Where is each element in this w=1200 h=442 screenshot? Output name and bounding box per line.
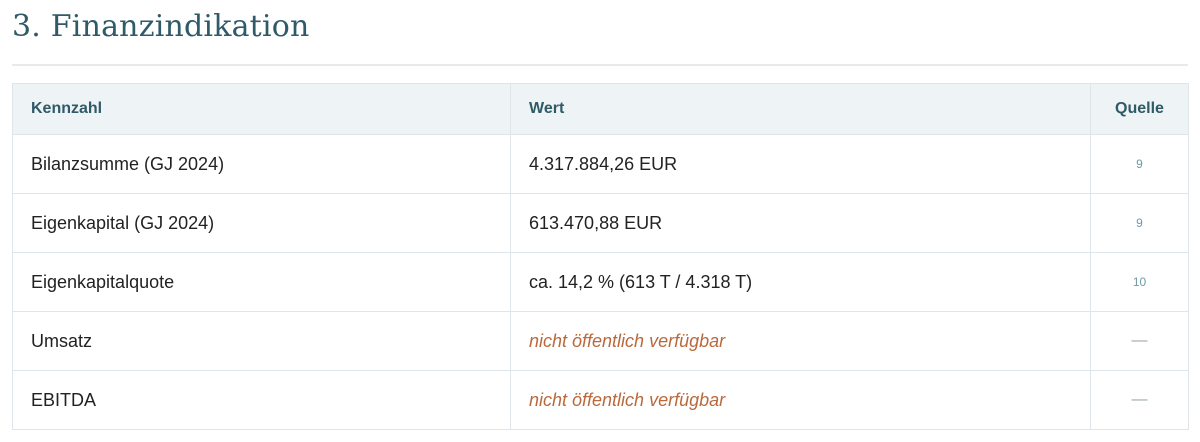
value-cell: nicht öffentlich verfügbar <box>510 311 1091 371</box>
metric-cell: Eigenkapital (GJ 2024) <box>12 193 511 253</box>
column-header-metric: Kennzahl <box>12 83 511 135</box>
table-header: Kennzahl Wert Quelle <box>12 83 1189 135</box>
source-placeholder: — <box>1090 370 1189 430</box>
table-row: Eigenkapital (GJ 2024) 613.470,88 EUR 9 <box>12 193 1189 253</box>
source-placeholder: — <box>1090 311 1189 371</box>
source-reference-link[interactable]: 9 <box>1090 193 1189 253</box>
value-cell: 613.470,88 EUR <box>510 193 1091 253</box>
table-row: Eigenkapitalquote ca. 14,2 % (613 T / 4.… <box>12 252 1189 312</box>
table-header-row: Kennzahl Wert Quelle <box>12 83 1189 135</box>
value-cell: 4.317.884,26 EUR <box>510 134 1091 194</box>
table-row: Bilanzsumme (GJ 2024) 4.317.884,26 EUR 9 <box>12 134 1189 194</box>
source-reference-link[interactable]: 10 <box>1090 252 1189 312</box>
source-reference-link[interactable]: 9 <box>1090 134 1189 194</box>
table-row: EBITDA nicht öffentlich verfügbar — <box>12 370 1189 430</box>
metric-cell: Umsatz <box>12 311 511 371</box>
section-title: 3. Finanzindikation <box>12 9 310 44</box>
column-header-source: Quelle <box>1090 83 1189 135</box>
metric-cell: Eigenkapitalquote <box>12 252 511 312</box>
value-cell: ca. 14,2 % (613 T / 4.318 T) <box>510 252 1091 312</box>
metric-cell: Bilanzsumme (GJ 2024) <box>12 134 511 194</box>
finance-section: 3. Finanzindikation Kennzahl Wert Quelle… <box>0 0 1200 442</box>
table-row: Umsatz nicht öffentlich verfügbar — <box>12 311 1189 371</box>
unavailable-value: nicht öffentlich verfügbar <box>529 389 726 410</box>
metric-cell: EBITDA <box>12 370 511 430</box>
column-header-value: Wert <box>510 83 1091 135</box>
title-divider <box>12 64 1188 66</box>
finance-table: Kennzahl Wert Quelle Bilanzsumme (GJ 202… <box>12 83 1189 430</box>
table-body: Bilanzsumme (GJ 2024) 4.317.884,26 EUR 9… <box>12 134 1189 430</box>
unavailable-value: nicht öffentlich verfügbar <box>529 330 726 351</box>
value-cell: nicht öffentlich verfügbar <box>510 370 1091 430</box>
